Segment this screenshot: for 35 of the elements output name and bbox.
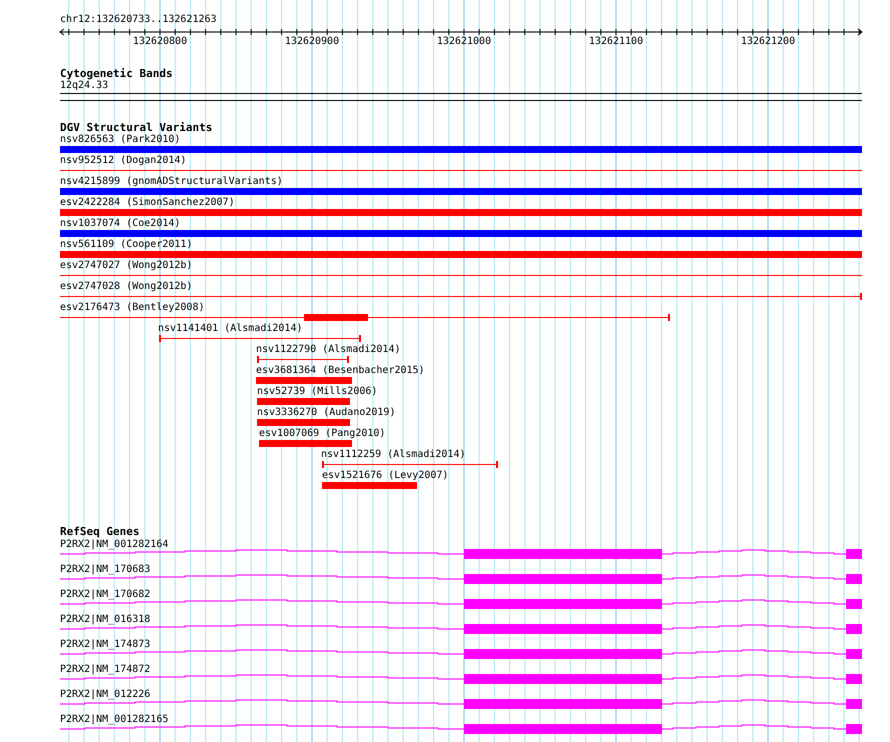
variant-label: nsv1141401 (Alsmadi2014) (158, 323, 302, 335)
variant-label: nsv1112259 (Alsmadi2014) (321, 449, 466, 461)
variant-label: esv1521676 (Levy2007) (322, 470, 448, 482)
gene-label: P2RX2|NM_174872 (60, 664, 150, 676)
variant-label: nsv561109 (Cooper2011) (60, 239, 192, 251)
variant-label: esv2747027 (Wong2012b) (60, 260, 192, 272)
track-title: RefSeq Genes (60, 526, 140, 538)
track-title: Cytogenetic Bands (60, 68, 173, 80)
ruler-tick-label: 132620900 (284, 36, 340, 48)
variant-label: esv2422284 (SimonSanchez2007) (60, 197, 235, 209)
variant-label: esv3681364 (Besenbacher2015) (256, 365, 425, 377)
ruler-tick-label: 132621100 (588, 36, 644, 48)
track-title: DGV Structural Variants (60, 122, 212, 134)
band-label: 12q24.33 (60, 80, 108, 92)
variant-label: nsv952512 (Dogan2014) (60, 155, 186, 167)
ruler-tick-label: 132620800 (132, 36, 188, 48)
variant-label: nsv826563 (Park2010) (60, 134, 180, 146)
gene-label: P2RX2|NM_012226 (60, 689, 150, 701)
gene-label: P2RX2|NM_001282164 (60, 539, 168, 551)
gene-label: P2RX2|NM_170682 (60, 589, 150, 601)
variant-label: esv2747028 (Wong2012b) (60, 281, 192, 293)
variant-label: esv1007069 (Pang2010) (259, 428, 386, 440)
gene-label: P2RX2|NM_170683 (60, 564, 150, 576)
variant-label: nsv3336270 (Audano2019) (257, 407, 396, 419)
variant-label: nsv1037074 (Coe2014) (60, 218, 180, 230)
variant-label: nsv52739 (Mills2006) (257, 386, 378, 398)
variant-label: nsv1122790 (Alsmadi2014) (256, 344, 400, 356)
gene-label: P2RX2|NM_174873 (60, 639, 150, 651)
gene-label: P2RX2|NM_016318 (60, 614, 150, 626)
gene-label: P2RX2|NM_001282165 (60, 714, 168, 726)
location-label: chr12:132620733..132621263 (60, 14, 217, 26)
variant-label: esv2176473 (Bentley2008) (60, 302, 204, 314)
variant-label: nsv4215899 (gnomADStructuralVariants) (60, 176, 283, 188)
ruler-tick-label: 132621000 (436, 36, 492, 48)
ruler-tick-label: 132621200 (740, 36, 796, 48)
